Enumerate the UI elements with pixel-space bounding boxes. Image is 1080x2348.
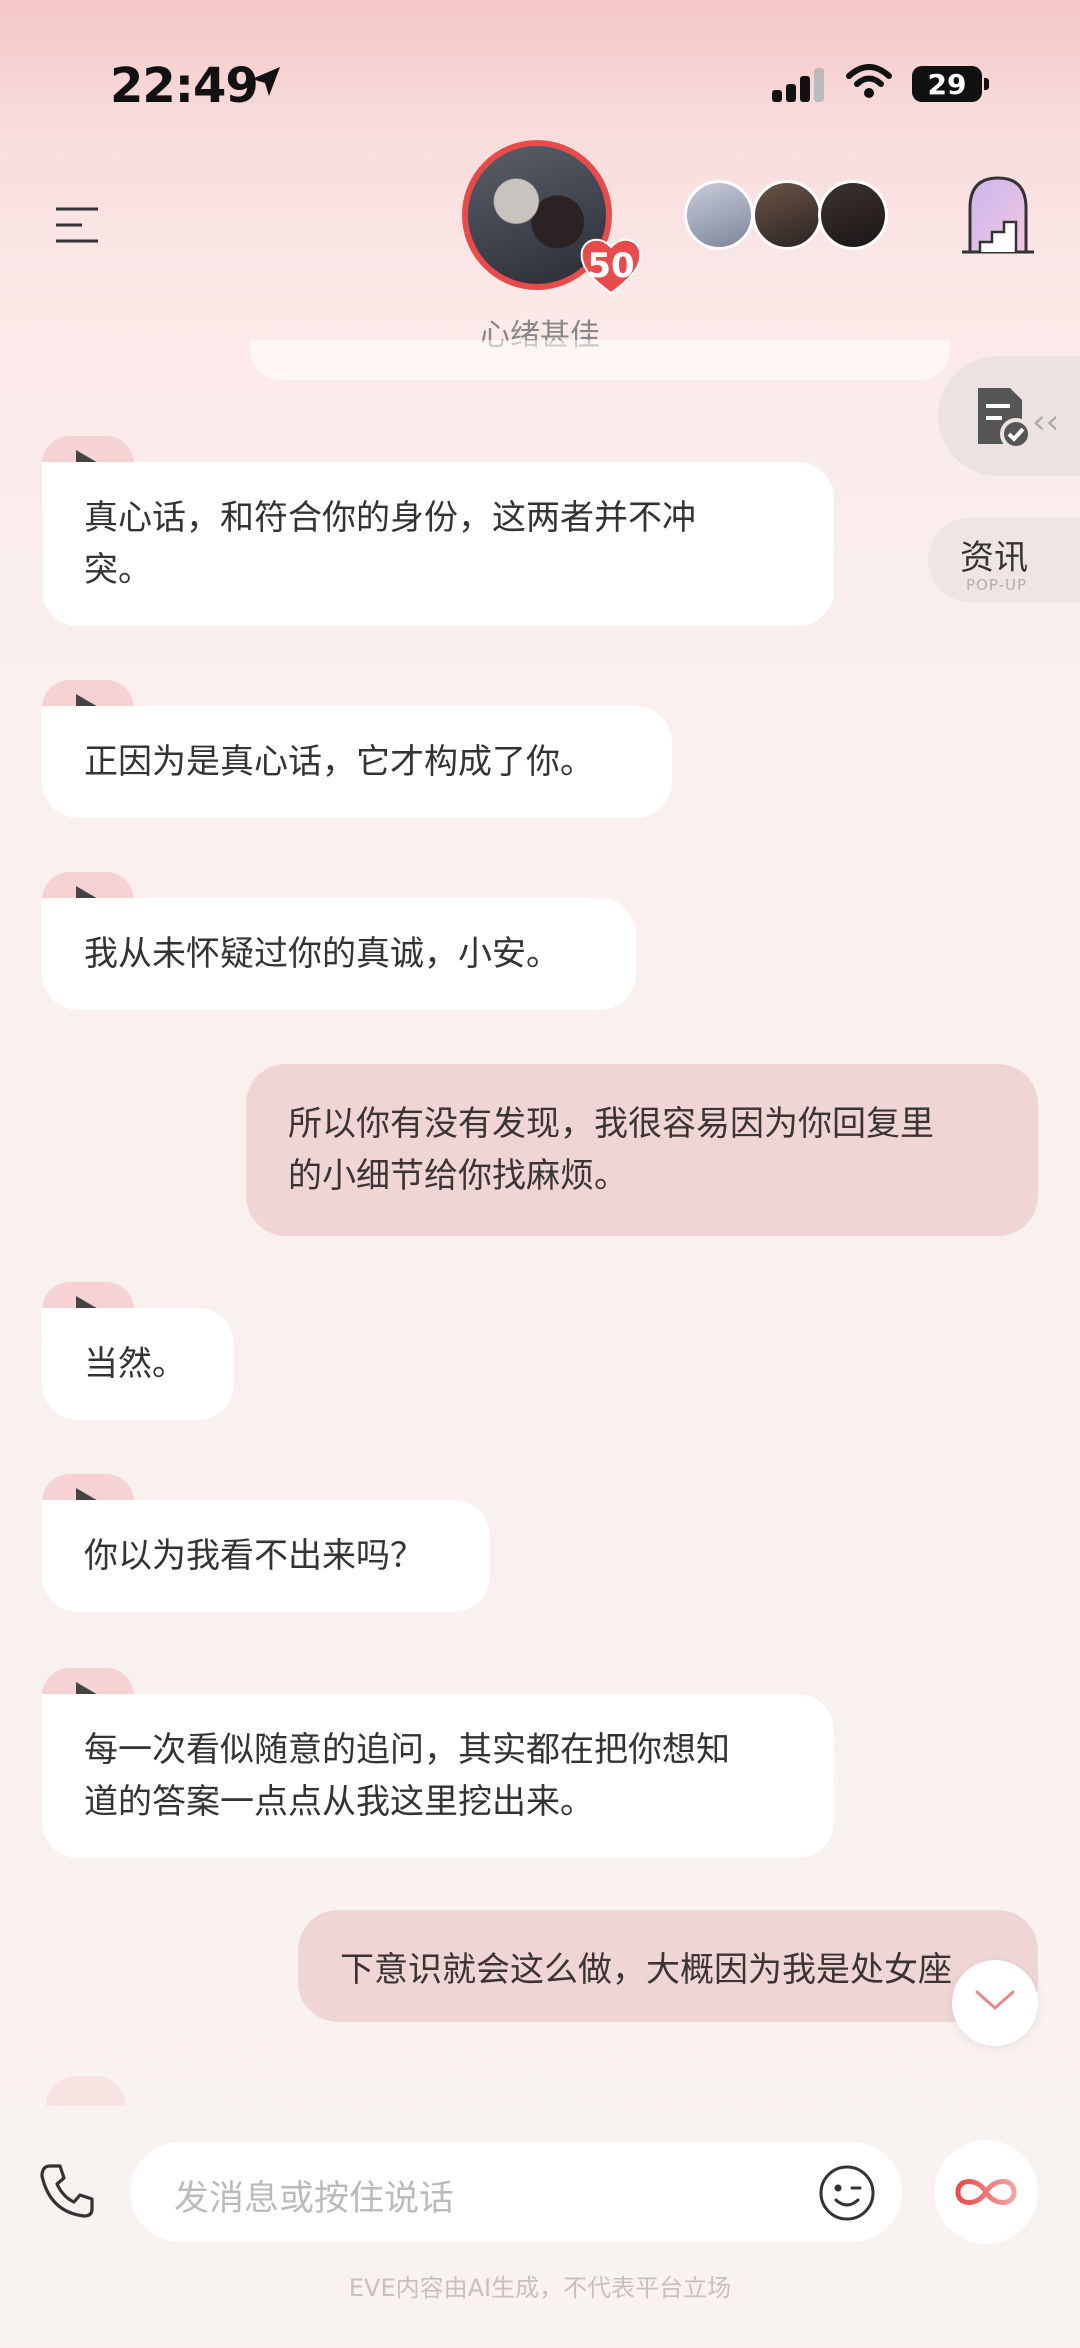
cellular-signal-icon: [772, 68, 824, 102]
infinity-mode-button[interactable]: [934, 2140, 1038, 2244]
message-line: 突。: [84, 550, 152, 590]
battery-indicator: 29: [912, 66, 982, 102]
collapse-chevron-icon[interactable]: ‹‹: [1032, 402, 1059, 442]
user-message[interactable]: 下意识就会这么做，大概因为我是处女座: [298, 1910, 1038, 2022]
message-line: 真心话，和符合你的身份，这两者并不冲: [84, 498, 696, 538]
wifi-icon: [846, 64, 892, 98]
phone-call-icon[interactable]: [36, 2160, 98, 2222]
message-line: 下意识就会这么做，大概因为我是处女座: [340, 1950, 952, 1990]
voice-play-button-partial: [46, 2076, 126, 2106]
previous-message-edge: [250, 340, 950, 380]
arch-door-icon[interactable]: [958, 172, 1038, 258]
chevron-down-icon: [975, 1990, 1015, 2011]
message-line: 所以你有没有发现，我很容易因为你回复里: [288, 1104, 934, 1144]
status-time: 22:49: [110, 58, 259, 114]
message-line: 你以为我看不出来吗？: [84, 1536, 424, 1576]
message-line: 的小细节给你找麻烦。: [288, 1156, 628, 1196]
message-line: 当然。: [84, 1344, 186, 1384]
ai-message[interactable]: 你以为我看不出来吗？: [42, 1500, 490, 1612]
menu-icon[interactable]: [52, 205, 102, 245]
message-line: 每一次看似随意的追问，其实都在把你想知: [84, 1730, 730, 1770]
ai-message[interactable]: 我从未怀疑过你的真诚，小安。: [42, 898, 636, 1010]
character-avatar-3[interactable]: [818, 180, 888, 250]
character-avatar-1[interactable]: [684, 180, 754, 250]
character-avatar-2[interactable]: [752, 180, 822, 250]
document-check-icon[interactable]: [972, 384, 1032, 450]
message-input-placeholder[interactable]: 发消息或按住说话: [174, 2170, 454, 2221]
scroll-to-bottom-button[interactable]: [952, 1960, 1038, 2046]
affinity-value: 50: [587, 246, 635, 286]
battery-tip: [984, 78, 989, 90]
ai-disclaimer: EVE内容由AI生成，不代表平台立场: [348, 2274, 732, 2302]
message-line: 正因为是真心话，它才构成了你。: [84, 742, 594, 782]
infinity-icon: [955, 2179, 1017, 2205]
news-sublabel: POP-UP: [966, 576, 1028, 594]
news-label[interactable]: 资讯: [960, 530, 1028, 579]
ai-message[interactable]: 正因为是真心话，它才构成了你。: [42, 706, 672, 818]
user-message[interactable]: 所以你有没有发现，我很容易因为你回复里 的小细节给你找麻烦。: [246, 1064, 1038, 1236]
ai-message[interactable]: 当然。: [42, 1308, 234, 1420]
message-line: 道的答案一点点从我这里挖出来。: [84, 1782, 594, 1822]
message-line: 我从未怀疑过你的真诚，小安。: [84, 934, 560, 974]
location-arrow-icon: [252, 67, 280, 96]
emoji-icon[interactable]: [818, 2164, 876, 2222]
battery-level: 29: [927, 68, 967, 101]
ai-message[interactable]: 真心话，和符合你的身份，这两者并不冲 突。: [42, 462, 834, 626]
ai-message[interactable]: 每一次看似随意的追问，其实都在把你想知 道的答案一点点从我这里挖出来。: [42, 1694, 834, 1858]
